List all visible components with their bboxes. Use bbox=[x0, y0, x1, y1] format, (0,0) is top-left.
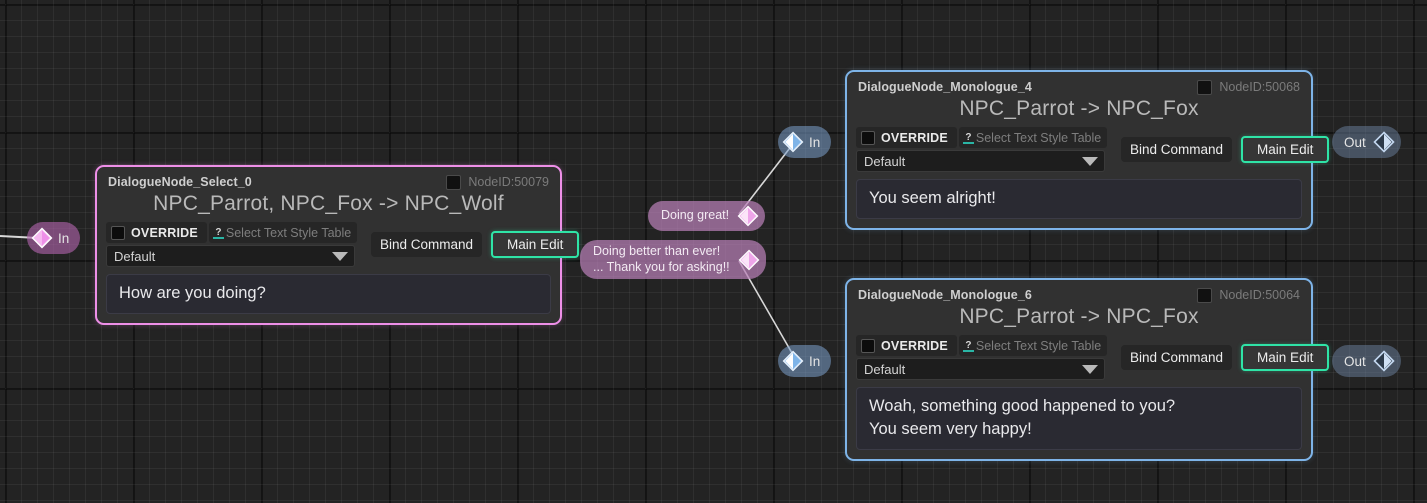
style-column: OVERRIDE ? Select Text Style Table Defau… bbox=[856, 335, 1108, 380]
pin-out-label: Out bbox=[1344, 134, 1366, 150]
style-table-placeholder: Select Text Style Table bbox=[975, 338, 1102, 353]
choice-bubble-doing-better[interactable]: Doing better than ever! ... Thank you fo… bbox=[580, 240, 766, 280]
node-color-swatch[interactable] bbox=[446, 174, 462, 190]
node-id-label: NodeID:50068 bbox=[1219, 80, 1300, 94]
override-checkbox[interactable] bbox=[861, 130, 875, 145]
diamond-half-icon bbox=[1373, 350, 1395, 372]
pin-in-select-node[interactable]: In bbox=[27, 222, 81, 254]
bind-command-button[interactable]: Bind Command bbox=[371, 232, 483, 257]
pin-out-monologue-6[interactable]: Out bbox=[1332, 345, 1401, 377]
choice-bubble-text-group: Doing better than ever! ... Thank you fo… bbox=[593, 244, 730, 275]
choice-bubble-text: Doing great! bbox=[661, 208, 730, 223]
pin-in-label: In bbox=[809, 353, 821, 369]
style-dropdown-value: Default bbox=[114, 248, 156, 264]
question-mark-icon[interactable]: ? bbox=[962, 338, 975, 353]
main-edit-button[interactable]: Main Edit bbox=[1241, 136, 1330, 163]
node-title: NPC_Parrot -> NPC_Fox bbox=[959, 97, 1199, 120]
dialogue-text-line: How are you doing? bbox=[119, 284, 266, 302]
node-title: NPC_Parrot -> NPC_Fox bbox=[959, 305, 1199, 328]
node-name-label: DialogueNode_Monologue_4 bbox=[858, 80, 1032, 94]
style-table-placeholder: Select Text Style Table bbox=[225, 225, 352, 240]
style-dropdown[interactable]: Default bbox=[856, 150, 1105, 172]
node-color-swatch[interactable] bbox=[1197, 79, 1213, 95]
node-controls-row: OVERRIDE ? Select Text Style Table Defau… bbox=[850, 127, 1330, 172]
pin-out-monologue-4[interactable]: Out bbox=[1332, 126, 1401, 158]
node-buttons: Bind Command Main Edit bbox=[1121, 127, 1330, 163]
node-dialogue-monologue-6[interactable]: DialogueNode_Monologue_6 NodeID:50064 NP… bbox=[845, 278, 1330, 461]
override-row: OVERRIDE ? Select Text Style Table bbox=[106, 222, 358, 243]
diamond-half-icon[interactable] bbox=[738, 249, 760, 271]
override-label: OVERRIDE bbox=[131, 225, 198, 240]
node-name-label: DialogueNode_Monologue_6 bbox=[858, 288, 1032, 302]
node-dialogue-select-0[interactable]: DialogueNode_Select_0 NodeID:50079 NPC_P… bbox=[95, 165, 580, 325]
override-toggle[interactable]: OVERRIDE bbox=[856, 335, 957, 356]
style-dropdown-value: Default bbox=[864, 153, 906, 169]
dialogue-text-line: You seem very happy! bbox=[869, 419, 1032, 438]
pin-in-label: In bbox=[809, 134, 821, 150]
node-id-label: NodeID:50064 bbox=[1219, 288, 1300, 302]
override-row: OVERRIDE ? Select Text Style Table bbox=[856, 127, 1108, 148]
style-dropdown-value: Default bbox=[864, 361, 906, 377]
node-buttons: Bind Command Main Edit bbox=[371, 222, 580, 258]
override-label: OVERRIDE bbox=[881, 338, 948, 353]
node-buttons: Bind Command Main Edit bbox=[1121, 335, 1330, 371]
node-title: NPC_Parrot, NPC_Fox -> NPC_Wolf bbox=[153, 192, 504, 215]
override-label: OVERRIDE bbox=[881, 130, 948, 145]
diamond-filled-icon bbox=[31, 227, 53, 249]
override-toggle[interactable]: OVERRIDE bbox=[856, 127, 957, 148]
main-edit-button[interactable]: Main Edit bbox=[1241, 344, 1330, 371]
node-dialogue-monologue-4[interactable]: DialogueNode_Monologue_4 NodeID:50068 NP… bbox=[845, 70, 1330, 230]
dialogue-graph-canvas[interactable]: In DialogueNode_Select_0 NodeID:50079 NP… bbox=[0, 0, 1427, 503]
pin-in-monologue-4[interactable]: In bbox=[778, 126, 832, 158]
override-row: OVERRIDE ? Select Text Style Table bbox=[856, 335, 1108, 356]
pin-in-monologue-6[interactable]: In bbox=[778, 345, 832, 377]
chevron-down-icon bbox=[332, 251, 348, 261]
choice-bubble-doing-great[interactable]: Doing great! bbox=[648, 201, 766, 231]
override-checkbox[interactable] bbox=[861, 338, 875, 353]
style-dropdown[interactable]: Default bbox=[106, 245, 355, 267]
node-header: DialogueNode_Select_0 NodeID:50079 bbox=[100, 170, 557, 191]
node-controls-row: OVERRIDE ? Select Text Style Table Defau… bbox=[100, 222, 580, 267]
node-controls-row: OVERRIDE ? Select Text Style Table Defau… bbox=[850, 335, 1330, 380]
style-column: OVERRIDE ? Select Text Style Table Defau… bbox=[856, 127, 1108, 172]
dialogue-text-body[interactable]: You seem alright! bbox=[856, 179, 1302, 219]
style-table-selector[interactable]: ? Select Text Style Table bbox=[208, 222, 358, 243]
bind-command-button[interactable]: Bind Command bbox=[1121, 137, 1233, 162]
diamond-filled-icon bbox=[782, 131, 804, 153]
node-color-swatch[interactable] bbox=[1197, 287, 1213, 303]
style-table-selector[interactable]: ? Select Text Style Table bbox=[958, 335, 1108, 356]
dialogue-text-body[interactable]: How are you doing? bbox=[106, 274, 551, 314]
diamond-half-icon bbox=[1373, 131, 1395, 153]
dialogue-text-line: You seem alright! bbox=[869, 189, 996, 207]
main-edit-button[interactable]: Main Edit bbox=[491, 231, 580, 258]
override-toggle[interactable]: OVERRIDE bbox=[106, 222, 207, 243]
node-header: DialogueNode_Monologue_6 NodeID:50064 bbox=[850, 283, 1308, 304]
pin-out-label: Out bbox=[1344, 353, 1366, 369]
pin-in-label: In bbox=[58, 230, 70, 246]
node-id-group: NodeID:50068 bbox=[1197, 79, 1300, 95]
bind-command-button[interactable]: Bind Command bbox=[1121, 345, 1233, 370]
node-id-group: NodeID:50079 bbox=[446, 174, 549, 190]
style-dropdown[interactable]: Default bbox=[856, 358, 1105, 380]
dialogue-text-body[interactable]: Woah, something good happened to you? Yo… bbox=[856, 387, 1302, 450]
choice-bubble-line-1: Doing better than ever! bbox=[593, 244, 721, 258]
style-table-placeholder: Select Text Style Table bbox=[975, 130, 1102, 145]
node-id-group: NodeID:50064 bbox=[1197, 287, 1300, 303]
style-column: OVERRIDE ? Select Text Style Table Defau… bbox=[106, 222, 358, 267]
diamond-filled-icon bbox=[782, 350, 804, 372]
chevron-down-icon bbox=[1082, 364, 1098, 374]
node-id-label: NodeID:50079 bbox=[468, 175, 549, 189]
question-mark-icon[interactable]: ? bbox=[212, 225, 225, 240]
override-checkbox[interactable] bbox=[111, 225, 125, 240]
dialogue-text-line: Woah, something good happened to you? bbox=[869, 397, 1176, 415]
node-header: DialogueNode_Monologue_4 NodeID:50068 bbox=[850, 75, 1308, 96]
diamond-half-icon[interactable] bbox=[737, 205, 759, 227]
question-mark-icon[interactable]: ? bbox=[962, 130, 975, 145]
style-table-selector[interactable]: ? Select Text Style Table bbox=[958, 127, 1108, 148]
chevron-down-icon bbox=[1082, 156, 1098, 166]
node-name-label: DialogueNode_Select_0 bbox=[108, 175, 252, 189]
choice-bubble-line-2: ... Thank you for asking!! bbox=[593, 259, 730, 274]
